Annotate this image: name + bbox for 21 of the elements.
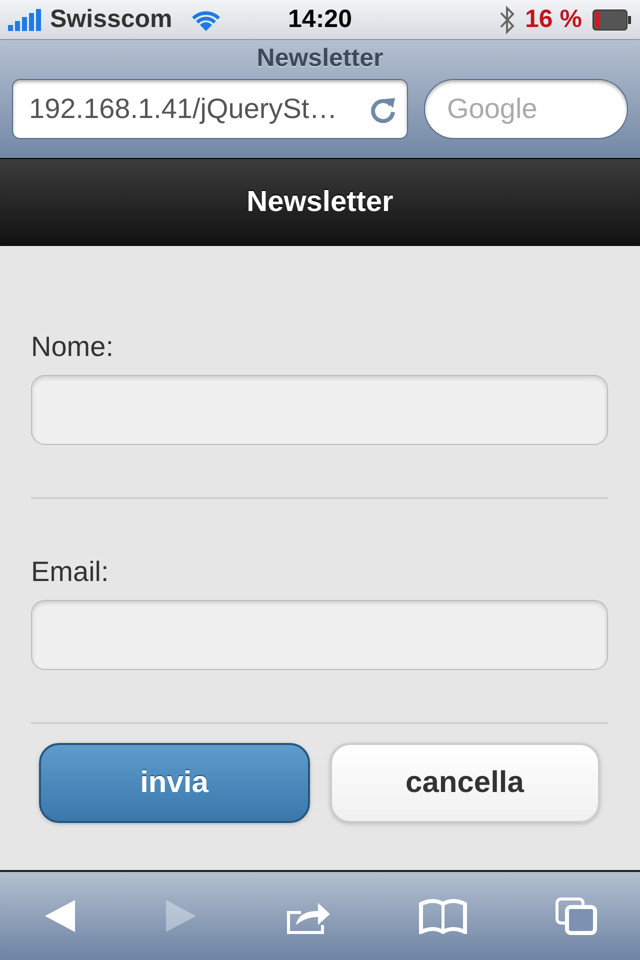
signal-icon [8,8,44,30]
submit-button[interactable]: invia [39,743,310,823]
battery-percent: 16 % [525,5,582,34]
input-field[interactable] [31,600,608,670]
forward-icon [164,898,198,934]
search-field[interactable]: Google [424,79,628,139]
reload-icon[interactable] [369,95,397,123]
address-field[interactable]: 192.168.1.41/jQuerySt… [12,79,408,139]
cancel-button[interactable]: cancella [330,743,600,823]
field-label: Email: [31,556,110,588]
page-title: Newsletter [256,44,384,73]
book-icon [418,898,468,934]
field-label: Nome: [31,331,114,363]
tabs-icon [554,897,597,935]
battery-icon [592,8,632,30]
carrier-name: Swisscom [50,5,172,34]
clock-time: 14:20 [288,5,352,34]
header-title: Newsletter [246,186,394,219]
input-field[interactable] [31,375,608,445]
back-icon [43,898,78,934]
bluetooth-icon [499,4,516,34]
